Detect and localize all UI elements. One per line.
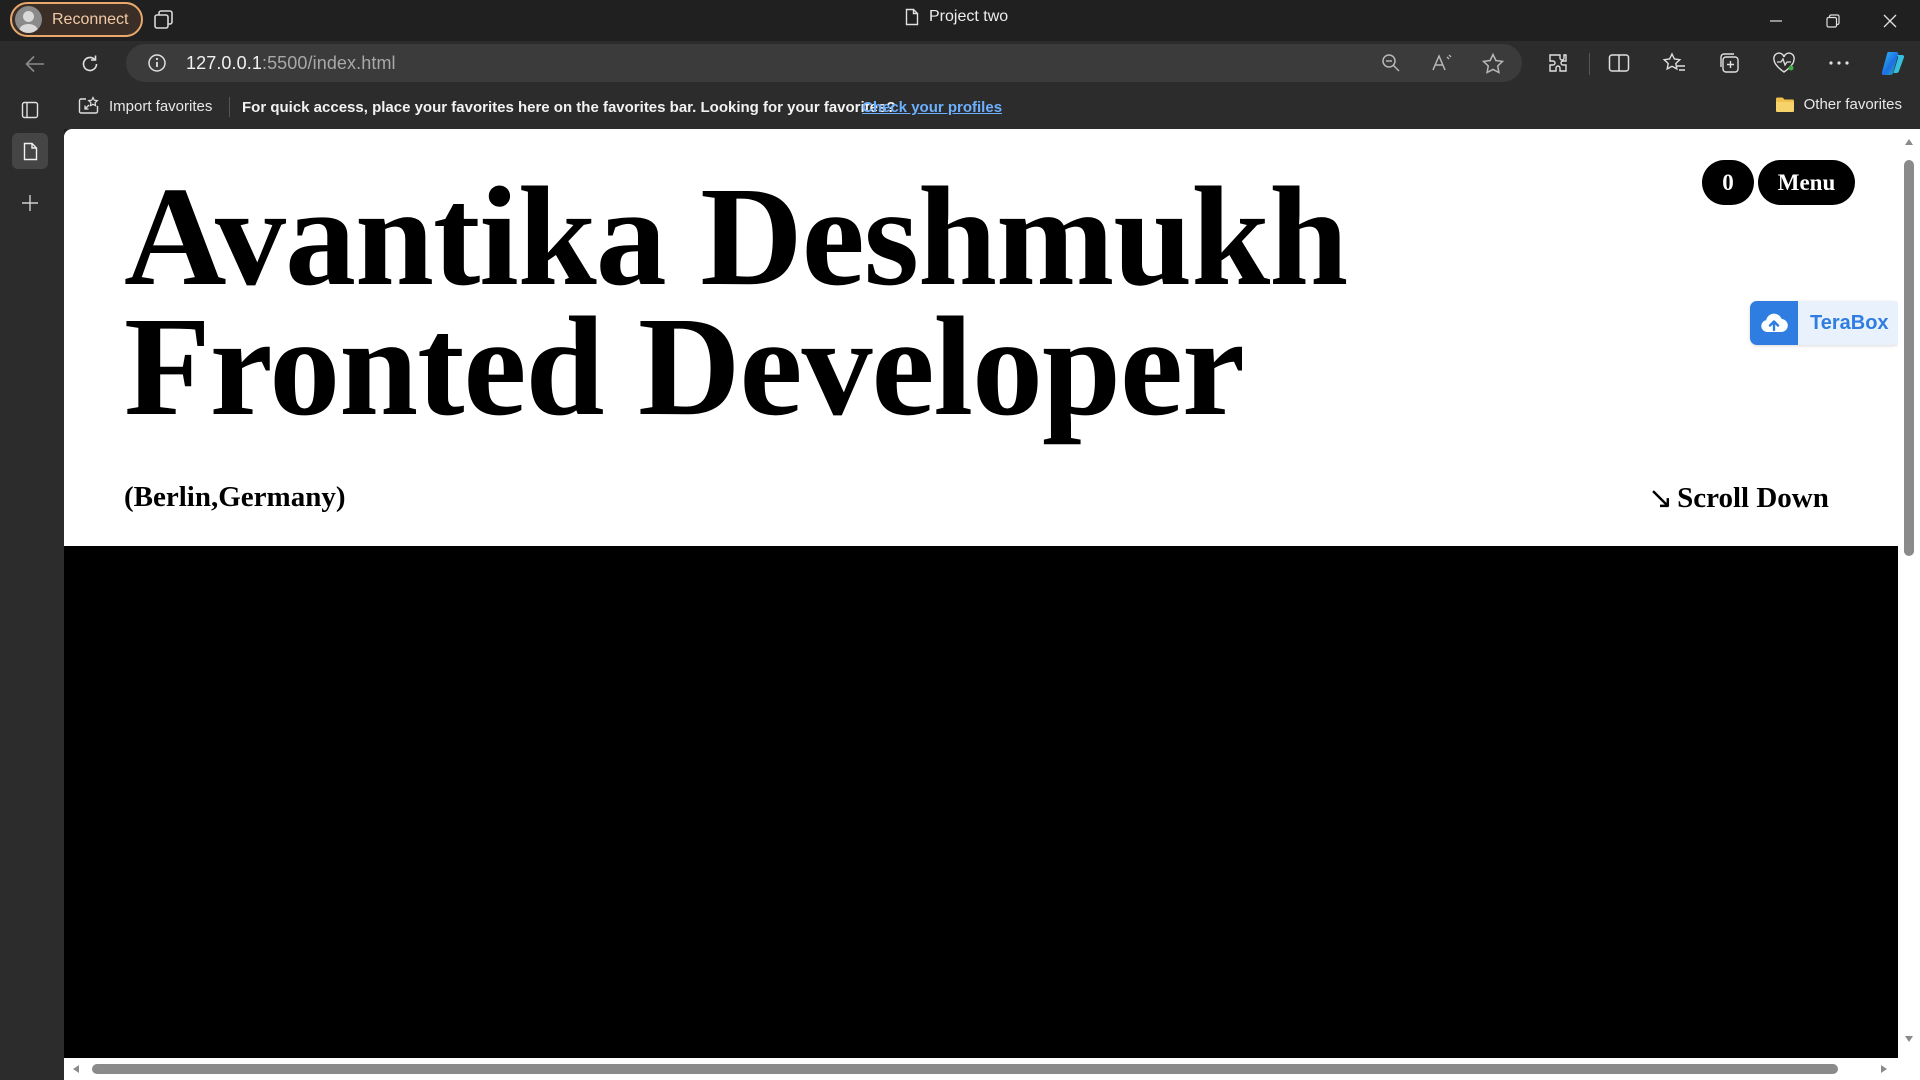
add-favorite-button[interactable] — [1476, 46, 1510, 80]
read-aloud-icon — [1432, 54, 1452, 71]
toolbar-separator — [1589, 53, 1590, 75]
import-favorites-icon — [78, 96, 99, 114]
tab-actions-icon[interactable] — [152, 9, 176, 31]
zoom-out-icon — [1382, 54, 1400, 72]
terabox-widget[interactable]: TeraBox — [1750, 301, 1900, 345]
folder-icon — [1775, 97, 1794, 112]
terabox-label: TeraBox — [1810, 311, 1889, 334]
split-screen-button[interactable] — [1602, 46, 1636, 80]
refresh-button[interactable] — [73, 47, 107, 81]
favorites-bar: Import favorites For quick access, place… — [64, 85, 1920, 129]
url-path: :5500/index.html — [261, 53, 396, 73]
close-button[interactable] — [1862, 0, 1918, 41]
close-icon — [1883, 14, 1897, 27]
vertical-tab-strip — [0, 85, 64, 1080]
tab-strip-icon — [21, 101, 39, 119]
back-arrow-icon — [25, 55, 44, 73]
counter-button[interactable]: 0 — [1702, 160, 1754, 205]
scroll-down-arrow-icon[interactable] — [1904, 1035, 1914, 1043]
restore-icon — [1826, 13, 1840, 28]
back-button[interactable] — [18, 47, 52, 81]
other-favorites-button[interactable]: Other favorites — [1775, 96, 1902, 113]
browser-essentials-button[interactable] — [1767, 46, 1801, 80]
page-tab-icon — [23, 142, 37, 160]
favorites-button[interactable] — [1657, 46, 1691, 80]
new-tab-button[interactable] — [12, 185, 48, 221]
tab-strip-toggle-button[interactable] — [12, 92, 48, 128]
refresh-icon — [82, 55, 98, 72]
scroll-right-arrow-icon[interactable] — [1880, 1064, 1888, 1074]
minimize-icon — [1770, 19, 1782, 22]
vertical-scroll-thumb[interactable] — [1904, 160, 1914, 556]
more-button[interactable] — [1822, 46, 1856, 80]
scroll-down-label: Scroll Down — [1677, 482, 1829, 514]
profile-avatar-icon — [15, 6, 42, 33]
url-host: 127.0.0.1 — [186, 53, 262, 73]
scroll-left-arrow-icon[interactable] — [72, 1064, 80, 1074]
collections-button[interactable] — [1712, 46, 1746, 80]
horizontal-scroll-thumb[interactable] — [92, 1064, 1838, 1074]
url-text[interactable]: 127.0.0.1:5500/index.html — [186, 53, 396, 74]
hero-role: Fronted Developer — [124, 287, 1245, 445]
favorites-icon — [1662, 52, 1685, 71]
page-viewport: Avantika Deshmukh Fronted Developer 0 Me… — [64, 129, 1920, 1080]
split-screen-icon — [1608, 54, 1630, 72]
title-bar: Reconnect Project two — [0, 0, 1920, 41]
read-aloud-button[interactable] — [1425, 46, 1459, 80]
reconnect-profile-button[interactable]: Reconnect — [10, 2, 143, 37]
vertical-scrollbar[interactable] — [1898, 129, 1920, 1080]
check-profiles-link[interactable]: Check your profiles — [862, 99, 1002, 116]
location-text: (Berlin,Germany) — [124, 481, 346, 513]
new-tab-plus-icon — [22, 195, 38, 211]
terabox-cloud-icon — [1750, 301, 1798, 345]
window-title-text: Project two — [929, 8, 1009, 25]
import-favorites-label: Import favorites — [109, 97, 213, 115]
other-favorites-label: Other favorites — [1803, 96, 1902, 113]
site-info-button[interactable] — [140, 46, 174, 80]
import-favorites-button[interactable]: Import favorites — [78, 96, 212, 116]
dark-section — [64, 546, 1898, 1080]
minimize-button[interactable] — [1748, 0, 1804, 41]
more-icon — [1829, 61, 1849, 65]
horizontal-scrollbar[interactable] — [64, 1058, 1898, 1080]
extensions-icon — [1549, 54, 1567, 72]
browser-essentials-icon — [1773, 52, 1795, 73]
hero-title: Avantika Deshmukh Fronted Developer — [124, 157, 1348, 445]
scroll-arrow-icon: ↘ — [1648, 481, 1674, 516]
restore-button[interactable] — [1805, 0, 1861, 41]
page-icon — [905, 8, 919, 26]
window-title: Project two — [905, 8, 1008, 26]
reconnect-label: Reconnect — [52, 10, 129, 28]
collections-icon — [1720, 53, 1739, 73]
scroll-down-link[interactable]: ↘ Scroll Down — [1648, 481, 1829, 516]
zoom-button[interactable] — [1374, 46, 1408, 80]
address-bar[interactable]: 127.0.0.1:5500/index.html — [126, 44, 1522, 82]
hero-name: Avantika Deshmukh — [124, 157, 1348, 315]
navigation-toolbar: 127.0.0.1:5500/index.html — [0, 41, 1920, 85]
scroll-up-arrow-icon[interactable] — [1904, 138, 1914, 146]
copilot-icon — [1881, 52, 1905, 75]
tab-project-two[interactable] — [12, 133, 48, 169]
site-info-icon — [148, 54, 166, 72]
favorite-star-icon — [1482, 52, 1504, 74]
menu-button[interactable]: Menu — [1758, 160, 1855, 205]
extensions-button[interactable] — [1541, 46, 1575, 80]
favorites-separator — [229, 97, 230, 117]
copilot-button[interactable] — [1876, 46, 1910, 80]
favorites-bar-message: For quick access, place your favorites h… — [242, 99, 896, 116]
